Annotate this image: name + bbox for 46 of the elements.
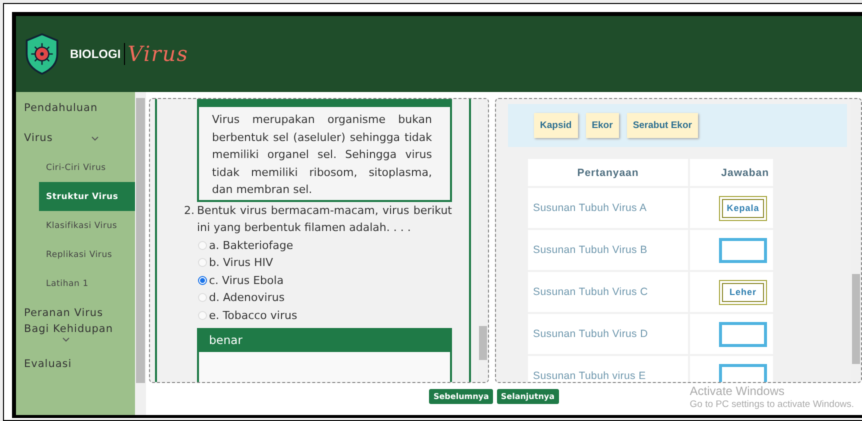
table-cell: Susunan Tubuh Virus B — [528, 230, 688, 270]
answer-tile[interactable]: Kapsid — [534, 113, 578, 138]
drop-zone[interactable] — [719, 322, 767, 346]
nav-button[interactable]: Sebelumnya — [429, 389, 493, 404]
scrollbar[interactable] — [478, 99, 488, 382]
activation-title: Activate Windows — [690, 384, 786, 398]
option-label[interactable]: d. Adenovirus — [209, 289, 285, 306]
nav-subitem[interactable]: Latihan 1 — [16, 269, 135, 298]
option-label[interactable]: a. Bakteriofage — [209, 236, 294, 254]
answer-tile[interactable]: Ekor — [586, 113, 619, 138]
table-cell: Susunan Tubuh Virus D — [528, 314, 688, 354]
nav-item[interactable]: Virus — [16, 123, 135, 153]
caret-icon — [62, 337, 70, 342]
drop-zone[interactable] — [719, 238, 767, 262]
option-label[interactable]: c. Virus Ebola — [209, 272, 284, 289]
scrollbar[interactable] — [135, 92, 146, 415]
feedback-text: benar — [209, 333, 242, 347]
question-number: 2. — [184, 202, 196, 218]
nav-item[interactable]: Evaluasi — [16, 349, 135, 379]
column-header: Jawaban — [690, 159, 773, 186]
activation-text: Go to PC settings to activate Windows. — [690, 399, 854, 410]
caret-icon — [90, 136, 99, 140]
nav-button[interactable]: Selanjutnya — [496, 389, 558, 404]
radio-button[interactable] — [198, 276, 207, 285]
table-cell: Susunan Tubuh virus E — [528, 356, 688, 382]
drop-zone[interactable] — [719, 364, 767, 382]
nav-subitem[interactable]: Ciri-Ciri Virus — [16, 153, 135, 182]
answer-tile[interactable]: Serabut Ekor — [626, 113, 698, 138]
table-cell: Susunan Tubuh Virus C — [528, 272, 688, 312]
question-text: Bentuk virus bermacam-macam, virus berikut ini yang berbentuk filamen adalah. . . . — [197, 202, 452, 236]
nav-subitem[interactable]: Struktur Virus — [39, 182, 135, 211]
nav-subitem[interactable]: Replikasi Virus — [16, 240, 135, 269]
column-header: Pertanyaan — [528, 159, 688, 186]
brand-name: BIOLOGI — [70, 47, 121, 61]
nav-item[interactable]: Peranan Virus Bagi Kehidupan — [16, 298, 135, 349]
scrollbar[interactable] — [851, 99, 861, 382]
option-label[interactable]: e. Tobacco virus — [209, 306, 298, 324]
explanation-text: Virus merupakan organisme bukan berbentuk sel (aseluler) sehingga tidak memiliki organel sel. Sehingga virus tidak memiliki ribosom, sitoplasma, dan membran sel. — [212, 112, 432, 198]
drop-zone[interactable]: Leher — [719, 280, 767, 304]
drop-zone[interactable]: Kepala — [719, 196, 767, 220]
nav-subitem[interactable]: Klasifikasi Virus — [16, 211, 135, 240]
nav-item[interactable]: Pendahuluan — [16, 93, 135, 123]
site-title: Virus — [128, 42, 189, 66]
virus-shield-icon — [24, 31, 60, 77]
option-label[interactable]: b. Virus HIV — [209, 254, 274, 272]
table-cell: Susunan Tubuh Virus A — [528, 188, 688, 228]
